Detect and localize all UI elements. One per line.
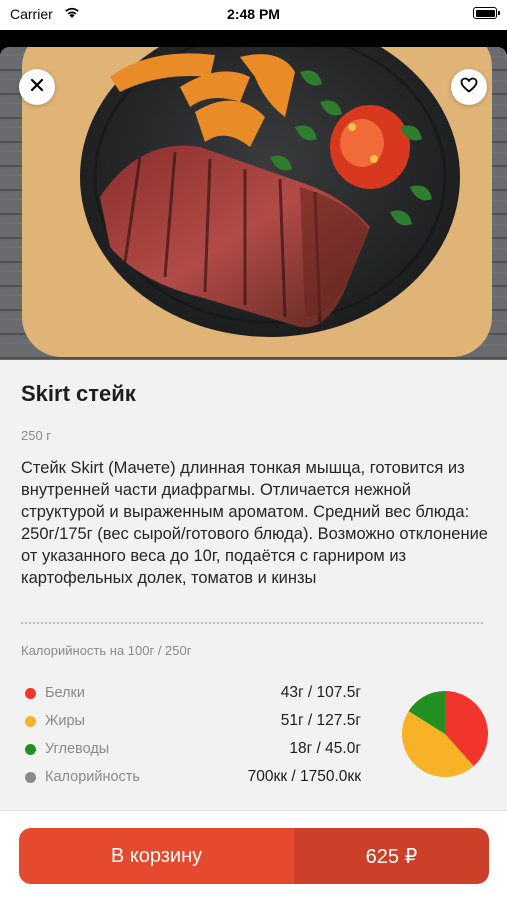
close-icon bbox=[30, 78, 44, 97]
close-button[interactable] bbox=[19, 69, 55, 105]
nutrition-label: Жиры bbox=[45, 713, 85, 729]
nutrition-row-carbs: Углеводы 18г / 45.0г bbox=[0, 738, 380, 760]
nutrition-label: Углеводы bbox=[45, 741, 110, 757]
nutrition-label: Калорийность bbox=[45, 769, 140, 785]
nutrition-value: 700кк / 1750.0кк bbox=[247, 768, 361, 785]
product-title: Skirt стейк bbox=[21, 381, 136, 406]
nutrition-value: 43г / 107.5г bbox=[280, 684, 361, 701]
battery-icon bbox=[473, 7, 500, 19]
product-image bbox=[0, 47, 507, 360]
carbs-color-dot bbox=[25, 744, 36, 755]
product-description: Стейк Skirt (Мачете) длинная тонкая мышц… bbox=[21, 459, 488, 587]
nutrition-label: Белки bbox=[45, 685, 86, 701]
add-to-cart-button[interactable]: В корзину 625 ₽ bbox=[19, 828, 489, 884]
add-to-cart-label: В корзину bbox=[19, 828, 294, 884]
nutrition-pie-chart bbox=[402, 691, 488, 777]
nutrition-value: 51г / 127.5г bbox=[280, 712, 361, 729]
divider bbox=[21, 622, 483, 624]
fat-color-dot bbox=[25, 716, 36, 727]
price-label: 625 ₽ bbox=[294, 828, 489, 884]
bottom-bar: В корзину 625 ₽ bbox=[0, 810, 507, 900]
nutrition-caption: Калорийность на 100г / 250г bbox=[21, 643, 192, 658]
protein-color-dot bbox=[25, 688, 36, 699]
nutrition-row-calories: Калорийность 700кк / 1750.0кк bbox=[0, 766, 380, 788]
heart-icon bbox=[460, 77, 478, 98]
nutrition-value: 18г / 45.0г bbox=[289, 740, 361, 757]
calories-color-dot bbox=[25, 772, 36, 783]
product-weight: 250 г bbox=[21, 428, 52, 443]
status-bar: Carrier 2:48 PM bbox=[0, 0, 507, 30]
clock: 2:48 PM bbox=[227, 6, 280, 22]
product-sheet: Skirt стейк 250 г Стейк Skirt (Мачете) д… bbox=[0, 47, 507, 900]
favorite-button[interactable] bbox=[451, 69, 487, 105]
nutrition-row-fat: Жиры 51г / 127.5г bbox=[0, 710, 380, 732]
nutrition-row-protein: Белки 43г / 107.5г bbox=[0, 682, 380, 704]
